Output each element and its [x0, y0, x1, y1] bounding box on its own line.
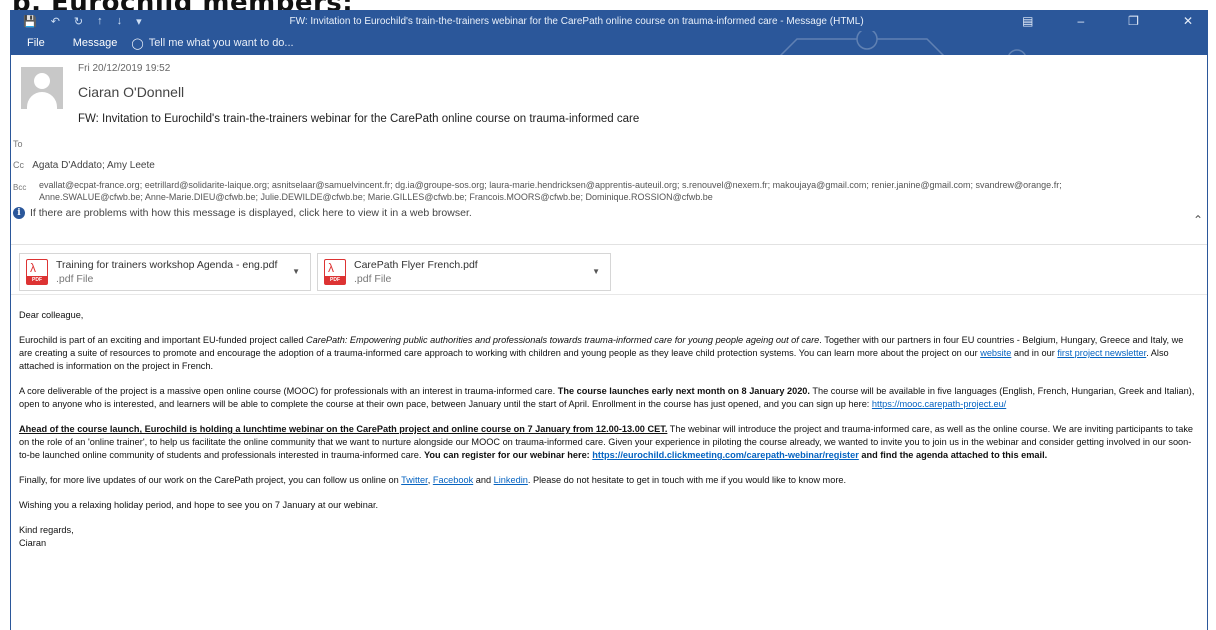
up-arrow-icon[interactable]: ↑ — [97, 15, 103, 27]
title-bar: 💾 ↶ ↻ ↑ ↓ ▾ FW: Invitation to Eurochild'… — [11, 11, 1207, 31]
close-icon[interactable]: ✕ — [1183, 14, 1193, 28]
signoff: Kind regards, — [19, 525, 74, 535]
restore-icon[interactable]: ❐ — [1128, 14, 1139, 28]
notice-text: If there are problems with how this mess… — [30, 207, 472, 219]
info-icon: i — [13, 207, 25, 219]
greeting: Dear colleague, — [19, 310, 84, 320]
bcc-label: Bcc — [13, 183, 27, 192]
sent-date: Fri 20/12/2019 19:52 — [78, 63, 171, 74]
redo-icon[interactable]: ↻ — [74, 15, 83, 28]
message-subject: FW: Invitation to Eurochild's train-the-… — [78, 113, 640, 125]
minimize-icon[interactable]: – — [1077, 14, 1084, 28]
bcc-line: evallat@ecpat-france.org; eetrillard@sol… — [39, 180, 1062, 190]
newsletter-link[interactable]: first project newsletter — [1057, 348, 1146, 358]
ribbon-display-options-icon[interactable]: ▤ — [1022, 14, 1033, 28]
outlook-message-window: 💾 ↶ ↻ ↑ ↓ ▾ FW: Invitation to Eurochild'… — [10, 10, 1208, 630]
website-link[interactable]: website — [980, 348, 1011, 358]
tab-message[interactable]: Message — [59, 37, 132, 49]
undo-icon[interactable]: ↶ — [51, 15, 60, 28]
lightbulb-icon: ◯ — [131, 37, 144, 50]
window-controls: ▤ – ❐ ✕ — [1022, 14, 1207, 28]
attachment-name: Training for trainers workshop Agenda - … — [56, 259, 278, 271]
cc-label: Cc — [13, 160, 24, 170]
bcc-line: Anne.SWALUE@cfwb.be; Anne-Marie.DIEU@cfw… — [39, 192, 713, 202]
signature: Ciaran — [19, 538, 47, 548]
paragraph-wishes: Wishing you a relaxing holiday period, a… — [19, 500, 379, 510]
attachments-bar: λ PDF Training for trainers workshop Agen… — [11, 245, 1207, 295]
tell-me-text: Tell me what you want to do... — [148, 37, 294, 49]
attachment-name: CarePath Flyer French.pdf — [354, 259, 478, 271]
pdf-file-icon: λ PDF — [26, 259, 48, 285]
paragraph-mooc: A core deliverable of the project is a m… — [19, 386, 1195, 409]
paragraph-webinar: Ahead of the course launch, Eurochild is… — [19, 424, 1194, 460]
attachment-type: .pdf File — [56, 273, 94, 285]
ribbon-tabs: File Message ◯ Tell me what you want to … — [11, 31, 1207, 55]
attachment-agenda[interactable]: λ PDF Training for trainers workshop Agen… — [19, 253, 311, 291]
facebook-link[interactable]: Facebook — [433, 475, 473, 485]
bcc-recipients[interactable]: evallat@ecpat-france.org; eetrillard@sol… — [39, 179, 1204, 203]
customize-toolbar-icon[interactable]: ▾ — [136, 15, 142, 28]
collapse-header-icon[interactable]: ⌃ — [1193, 213, 1203, 227]
quick-access-toolbar: 💾 ↶ ↻ ↑ ↓ ▾ — [11, 15, 191, 28]
mooc-link[interactable]: https://mooc.carepath-project.eu/ — [872, 399, 1006, 409]
sender-avatar — [21, 67, 63, 109]
display-problem-notice[interactable]: i If there are problems with how this me… — [13, 207, 472, 219]
attachment-dropdown-icon[interactable]: ▼ — [292, 267, 300, 276]
tell-me-search[interactable]: ◯ Tell me what you want to do... — [131, 37, 293, 50]
twitter-link[interactable]: Twitter — [401, 475, 428, 485]
cc-row: Cc Agata D'Addato; Amy Leete — [13, 160, 155, 171]
attachment-type: .pdf File — [354, 273, 392, 285]
course-launch-date: The course launches early next month on … — [557, 386, 810, 396]
project-title: CarePath: Empowering public authorities … — [306, 335, 820, 345]
message-body: Dear colleague, Eurochild is part of an … — [11, 295, 1199, 550]
webinar-register-link[interactable]: https://eurochild.clickmeeting.com/carep… — [592, 450, 859, 460]
window-title: FW: Invitation to Eurochild's train-the-… — [289, 15, 864, 27]
circuit-decoration — [779, 31, 1026, 55]
paragraph-social: Finally, for more live updates of our wo… — [19, 475, 847, 485]
pdf-file-icon: λ PDF — [324, 259, 346, 285]
tab-file[interactable]: File — [11, 37, 59, 49]
attachment-flyer[interactable]: λ PDF CarePath Flyer French.pdf .pdf File… — [317, 253, 611, 291]
down-arrow-icon[interactable]: ↓ — [117, 15, 123, 27]
sender-name[interactable]: Ciaran O'Donnell — [78, 84, 184, 100]
save-icon[interactable]: 💾 — [23, 15, 37, 28]
attachment-dropdown-icon[interactable]: ▼ — [592, 267, 600, 276]
webinar-announcement: Ahead of the course launch, Eurochild is… — [19, 424, 668, 434]
cc-recipients[interactable]: Agata D'Addato; Amy Leete — [32, 160, 155, 171]
to-label: To — [13, 139, 23, 149]
paragraph-project-intro: Eurochild is part of an exciting and imp… — [19, 335, 1184, 371]
linkedin-link[interactable]: Linkedin — [494, 475, 528, 485]
message-header: Fri 20/12/2019 19:52 Ciaran O'Donnell FW… — [11, 55, 1207, 245]
page-heading: b. Eurochild members: — [12, 0, 354, 18]
